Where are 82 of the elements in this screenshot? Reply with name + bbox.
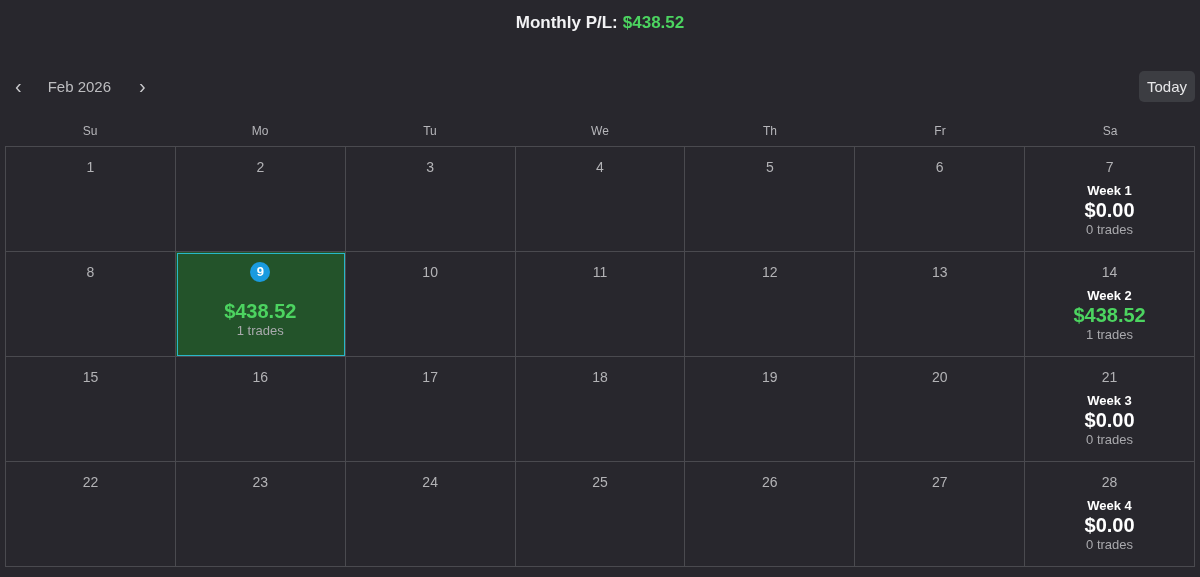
day-cell[interactable]: 18 [515, 357, 686, 462]
day-cell[interactable]: 4 [515, 147, 686, 252]
day-number: 3 [426, 158, 435, 177]
day-number: 17 [422, 368, 438, 387]
day-cell[interactable]: 23 [175, 462, 346, 567]
day-number: 26 [762, 473, 778, 492]
day-number: 7 [1105, 158, 1114, 177]
week-label: Week 1 [1087, 183, 1132, 198]
day-number: 22 [82, 473, 99, 492]
day-number: 18 [592, 368, 608, 387]
day-number: 5 [765, 158, 774, 177]
day-number: 4 [596, 158, 604, 177]
week-pl-value: $0.00 [1084, 198, 1135, 222]
weekday-header: Fr [933, 124, 947, 138]
trade-count: 0 trades [1086, 432, 1134, 447]
day-cell[interactable]: 27 [855, 462, 1026, 567]
day-cell[interactable]: 10 [345, 252, 516, 357]
day-number: 21 [1101, 368, 1118, 387]
day-number: 23 [252, 473, 269, 492]
day-number: 15 [82, 368, 99, 387]
weekday-header: Su [81, 124, 99, 138]
day-cell[interactable]: 20 [855, 357, 1026, 462]
week-pl-value: $0.00 [1084, 408, 1135, 432]
day-cell[interactable]: 13 [855, 252, 1026, 357]
day-cell[interactable]: 3 [345, 147, 516, 252]
day-number: 12 [762, 263, 778, 282]
week-pl-value: $0.00 [1084, 513, 1135, 537]
month-label: Feb 2026 [47, 78, 112, 95]
trade-count: 1 trades [1086, 327, 1134, 342]
day-cell[interactable]: 11 [515, 252, 686, 357]
day-cell[interactable]: 25 [515, 462, 686, 567]
day-cell[interactable]: 21 Week 3 $0.00 0 trades [1025, 357, 1195, 462]
day-number: 6 [935, 158, 944, 177]
week-label: Week 2 [1087, 288, 1132, 303]
trade-count: 1 trades [236, 323, 284, 338]
day-number: 1 [86, 158, 95, 177]
day-cell[interactable]: 9 $438.52 1 trades [175, 252, 346, 357]
day-cell[interactable]: 26 [685, 462, 856, 567]
day-cell[interactable]: 7 Week 1 $0.00 0 trades [1025, 147, 1195, 252]
day-number: 24 [422, 473, 438, 492]
day-number: 27 [931, 473, 948, 492]
weekday-header: Tu [422, 124, 438, 138]
day-number: 19 [762, 368, 778, 387]
day-number: 16 [252, 368, 269, 387]
monthly-pl-label: Monthly P/L: [515, 13, 618, 34]
week-label: Week 4 [1087, 498, 1132, 513]
week-label: Week 3 [1087, 393, 1132, 408]
day-number: 2 [256, 158, 265, 177]
weekday-header: We [590, 124, 610, 138]
day-number: 28 [1101, 473, 1118, 492]
day-cell[interactable]: 12 [685, 252, 856, 357]
day-cell[interactable]: 5 [685, 147, 856, 252]
today-button[interactable]: Today [1138, 71, 1195, 102]
week-pl-value: $438.52 [1073, 303, 1146, 327]
day-cell[interactable]: 6 [855, 147, 1026, 252]
day-number: 10 [422, 263, 438, 282]
day-cell[interactable]: 22 [6, 462, 176, 567]
day-cell[interactable]: 19 [685, 357, 856, 462]
weekday-header: Mo [250, 124, 270, 138]
day-number: 9 [250, 262, 271, 282]
day-number: 8 [86, 263, 95, 282]
day-cell[interactable]: 1 [6, 147, 176, 252]
previous-month-button[interactable]: ‹ [7, 75, 30, 98]
day-number: 13 [931, 263, 948, 282]
day-cell[interactable]: 17 [345, 357, 516, 462]
trade-count: 0 trades [1086, 537, 1134, 552]
day-cell[interactable]: 15 [6, 357, 176, 462]
day-cell[interactable]: 14 Week 2 $438.52 1 trades [1025, 252, 1195, 357]
day-cell[interactable]: 28 Week 4 $0.00 0 trades [1025, 462, 1195, 567]
monthly-pl-value: $438.52 [622, 13, 685, 34]
day-number: 14 [1101, 263, 1118, 282]
day-cell[interactable]: 8 [6, 252, 176, 357]
day-number: 25 [592, 473, 608, 492]
day-pl-value: $438.52 [224, 300, 297, 323]
weekday-header: Sa [1101, 124, 1119, 138]
weekday-header: Th [762, 124, 778, 138]
trade-count: 0 trades [1086, 222, 1134, 237]
next-month-button[interactable]: › [131, 75, 154, 98]
day-cell[interactable]: 24 [345, 462, 516, 567]
day-cell[interactable]: 16 [175, 357, 346, 462]
day-number: 20 [931, 368, 948, 387]
day-number: 11 [592, 263, 608, 282]
